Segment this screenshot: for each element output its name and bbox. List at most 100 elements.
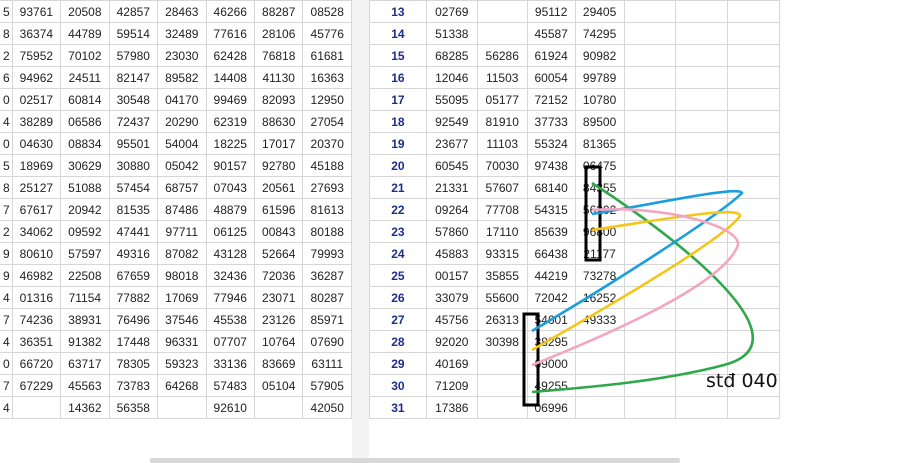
- table-cell[interactable]: 55324: [526, 132, 576, 155]
- table-cell[interactable]: 34062: [11, 220, 62, 243]
- day-number-cell[interactable]: 24: [369, 242, 427, 265]
- table-cell[interactable]: 46982: [11, 264, 62, 287]
- empty-cell[interactable]: [623, 352, 677, 375]
- table-cell[interactable]: 43128: [205, 242, 255, 265]
- empty-cell[interactable]: [727, 286, 780, 309]
- empty-cell[interactable]: [623, 198, 677, 221]
- table-cell[interactable]: 45883: [425, 242, 478, 265]
- row-stub[interactable]: 0: [0, 132, 13, 155]
- table-cell[interactable]: 61924: [526, 44, 576, 67]
- table-cell[interactable]: 49255: [526, 374, 576, 397]
- table-cell[interactable]: 48879: [205, 198, 255, 221]
- table-cell[interactable]: 16363: [302, 66, 352, 89]
- table-cell[interactable]: 82093: [253, 88, 304, 111]
- table-cell[interactable]: 36374: [11, 22, 62, 45]
- table-cell[interactable]: 67659: [108, 264, 159, 287]
- table-cell[interactable]: 09264: [425, 198, 478, 221]
- empty-cell[interactable]: [727, 66, 780, 89]
- empty-cell[interactable]: [727, 132, 780, 155]
- table-cell[interactable]: 66438: [526, 242, 576, 265]
- table-cell[interactable]: 09592: [60, 220, 110, 243]
- day-number-cell[interactable]: 17: [369, 88, 427, 111]
- row-stub[interactable]: 4: [0, 286, 13, 309]
- table-cell[interactable]: [157, 396, 207, 419]
- empty-cell[interactable]: [727, 44, 780, 67]
- day-number-cell[interactable]: 25: [369, 264, 427, 287]
- table-cell[interactable]: 80188: [302, 220, 352, 243]
- table-cell[interactable]: 91382: [60, 330, 110, 353]
- day-number-cell[interactable]: 27: [369, 308, 427, 331]
- empty-cell[interactable]: [727, 22, 780, 45]
- table-cell[interactable]: 92020: [425, 330, 478, 353]
- table-cell[interactable]: 12046: [425, 66, 478, 89]
- row-stub[interactable]: 8: [0, 22, 13, 45]
- table-cell[interactable]: 81535: [108, 198, 159, 221]
- day-number-cell[interactable]: 31: [369, 396, 427, 419]
- table-cell[interactable]: 92780: [253, 154, 304, 177]
- table-cell[interactable]: 36351: [11, 330, 62, 353]
- table-cell[interactable]: 82147: [108, 66, 159, 89]
- empty-cell[interactable]: [623, 110, 677, 133]
- table-cell[interactable]: 56202: [574, 198, 625, 221]
- table-cell[interactable]: 04170: [157, 88, 207, 111]
- table-cell[interactable]: 45563: [60, 374, 110, 397]
- table-cell[interactable]: 94962: [11, 66, 62, 89]
- table-cell[interactable]: 28106: [253, 22, 304, 45]
- empty-cell[interactable]: [727, 198, 780, 221]
- table-cell[interactable]: 57860: [425, 220, 478, 243]
- empty-cell[interactable]: [675, 176, 729, 199]
- day-number-cell[interactable]: 13: [369, 0, 427, 23]
- table-cell[interactable]: [476, 352, 528, 375]
- row-stub[interactable]: 0: [0, 352, 13, 375]
- table-cell[interactable]: 95501: [108, 132, 159, 155]
- empty-cell[interactable]: [727, 176, 780, 199]
- table-cell[interactable]: 35855: [476, 264, 528, 287]
- table-cell[interactable]: 49333: [574, 308, 625, 331]
- empty-cell[interactable]: [727, 0, 780, 23]
- table-cell[interactable]: 17069: [157, 286, 207, 309]
- table-cell[interactable]: 38289: [11, 110, 62, 133]
- empty-cell[interactable]: [727, 88, 780, 111]
- table-cell[interactable]: 44219: [526, 264, 576, 287]
- table-cell[interactable]: 54315: [526, 198, 576, 221]
- table-cell[interactable]: 45756: [425, 308, 478, 331]
- table-cell[interactable]: 90157: [205, 154, 255, 177]
- row-stub[interactable]: 9: [0, 242, 13, 265]
- table-cell[interactable]: 80610: [11, 242, 62, 265]
- empty-cell[interactable]: [727, 396, 780, 419]
- table-cell[interactable]: [574, 396, 625, 419]
- table-cell[interactable]: 45538: [205, 308, 255, 331]
- table-cell[interactable]: 30398: [476, 330, 528, 353]
- table-cell[interactable]: 70030: [476, 154, 528, 177]
- table-cell[interactable]: 04630: [11, 132, 62, 155]
- empty-cell[interactable]: [727, 154, 780, 177]
- table-cell[interactable]: 74236: [11, 308, 62, 331]
- table-cell[interactable]: 87486: [157, 198, 207, 221]
- table-cell[interactable]: 38295: [526, 330, 576, 353]
- empty-cell[interactable]: [623, 374, 677, 397]
- table-cell[interactable]: 92610: [205, 396, 255, 419]
- table-cell[interactable]: [476, 22, 528, 45]
- empty-cell[interactable]: [727, 220, 780, 243]
- table-cell[interactable]: 61681: [302, 44, 352, 67]
- empty-cell[interactable]: [623, 66, 677, 89]
- table-cell[interactable]: 73278: [574, 264, 625, 287]
- table-cell[interactable]: 08528: [302, 0, 352, 23]
- table-cell[interactable]: 07690: [302, 330, 352, 353]
- empty-cell[interactable]: [727, 242, 780, 265]
- table-cell[interactable]: 71154: [60, 286, 110, 309]
- table-cell[interactable]: 09000: [526, 352, 576, 375]
- table-cell[interactable]: 57607: [476, 176, 528, 199]
- table-cell[interactable]: 64268: [157, 374, 207, 397]
- table-cell[interactable]: [476, 396, 528, 419]
- table-cell[interactable]: 51088: [60, 176, 110, 199]
- day-number-cell[interactable]: 15: [369, 44, 427, 67]
- table-cell[interactable]: 08834: [60, 132, 110, 155]
- table-cell[interactable]: 55095: [425, 88, 478, 111]
- table-cell[interactable]: 80287: [302, 286, 352, 309]
- table-cell[interactable]: 88287: [253, 0, 304, 23]
- empty-cell[interactable]: [623, 22, 677, 45]
- table-cell[interactable]: 72036: [253, 264, 304, 287]
- table-cell[interactable]: 27693: [302, 176, 352, 199]
- table-cell[interactable]: 20508: [60, 0, 110, 23]
